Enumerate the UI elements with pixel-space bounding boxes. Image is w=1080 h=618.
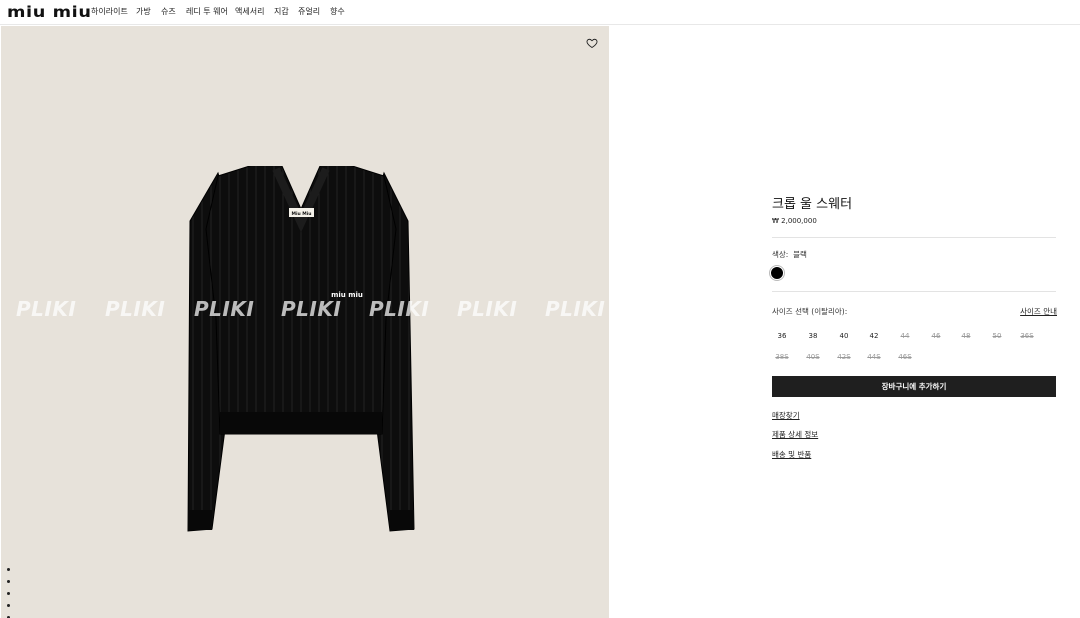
wishlist-heart-icon[interactable] bbox=[586, 37, 598, 49]
nav-item-highlights[interactable]: 하이라이트 bbox=[91, 6, 128, 18]
size-option-unavailable[interactable]: 42S bbox=[833, 351, 855, 363]
divider bbox=[772, 237, 1056, 238]
size-option-unavailable[interactable]: 50 bbox=[986, 330, 1008, 342]
product-title: 크롭 울 스웨터 bbox=[772, 197, 853, 212]
nav-item-wallets[interactable]: 지갑 bbox=[274, 6, 289, 18]
size-option-unavailable[interactable]: 36S bbox=[1016, 330, 1038, 342]
nav-item-ready-to-wear[interactable]: 레디 투 웨어 bbox=[186, 6, 228, 18]
nav-item-bags[interactable]: 가방 bbox=[136, 6, 151, 18]
nav-item-accessories[interactable]: 액세서리 bbox=[235, 6, 264, 18]
color-label-row: 색상: 블랙 bbox=[772, 250, 807, 260]
size-option[interactable]: 36 bbox=[771, 330, 793, 342]
nav-item-jewelry[interactable]: 쥬얼리 bbox=[298, 6, 320, 18]
watermark-text: PLIKI bbox=[105, 297, 166, 321]
watermark-text: PLIKI bbox=[369, 297, 430, 321]
size-option-unavailable[interactable]: 38S bbox=[771, 351, 793, 363]
gallery-dot[interactable] bbox=[7, 604, 10, 607]
watermark-text: PLIKI bbox=[16, 297, 77, 321]
watermark-text: PLIKI bbox=[194, 297, 255, 321]
divider bbox=[772, 291, 1056, 292]
color-swatch-black[interactable] bbox=[771, 267, 783, 279]
size-option-unavailable[interactable]: 46S bbox=[894, 351, 916, 363]
size-option-unavailable[interactable]: 46 bbox=[925, 330, 947, 342]
gallery-dot[interactable] bbox=[7, 568, 10, 571]
neck-label-text: Miu Miu bbox=[291, 211, 311, 217]
color-value: 블랙 bbox=[793, 250, 807, 259]
size-option[interactable]: 38 bbox=[802, 330, 824, 342]
brand-logo[interactable]: miu miu bbox=[7, 3, 92, 21]
size-option-unavailable[interactable]: 44S bbox=[863, 351, 885, 363]
nav-item-fragrance[interactable]: 향수 bbox=[330, 6, 345, 18]
size-option-unavailable[interactable]: 48 bbox=[955, 330, 977, 342]
add-to-cart-button[interactable]: 장바구니에 추가하기 bbox=[772, 376, 1056, 397]
product-detail-panel: 크롭 울 스웨터 ₩ 2,000,000 색상: 블랙 사이즈 선택 (이탈리아… bbox=[771, 0, 1057, 618]
nav-item-shoes[interactable]: 슈즈 bbox=[161, 6, 176, 18]
watermark-text: PLIKI bbox=[545, 297, 606, 321]
product-image-gallery[interactable]: Miu Miu miu miu PLIKI PLIKI PLIKI PLIKI … bbox=[1, 26, 609, 618]
watermark-text: PLIKI bbox=[457, 297, 518, 321]
product-price: ₩ 2,000,000 bbox=[772, 217, 817, 225]
shipping-returns-link[interactable]: 배송 및 반품 bbox=[772, 450, 811, 460]
size-option[interactable]: 42 bbox=[863, 330, 885, 342]
size-guide-link[interactable]: 사이즈 안내 bbox=[1020, 307, 1057, 317]
product-details-link[interactable]: 제품 상세 정보 bbox=[772, 430, 818, 440]
size-option[interactable]: 40 bbox=[833, 330, 855, 342]
size-option-unavailable[interactable]: 44 bbox=[894, 330, 916, 342]
sweater-product-image: Miu Miu miu miu bbox=[187, 166, 415, 532]
size-option-unavailable[interactable]: 40S bbox=[802, 351, 824, 363]
gallery-dot[interactable] bbox=[7, 580, 10, 583]
watermark-text: PLIKI bbox=[281, 297, 342, 321]
size-select-label: 사이즈 선택 (이탈리아): bbox=[772, 307, 848, 316]
color-label: 색상: bbox=[772, 250, 789, 259]
store-locator-link[interactable]: 매장찾기 bbox=[772, 411, 800, 421]
gallery-dot[interactable] bbox=[7, 592, 10, 595]
